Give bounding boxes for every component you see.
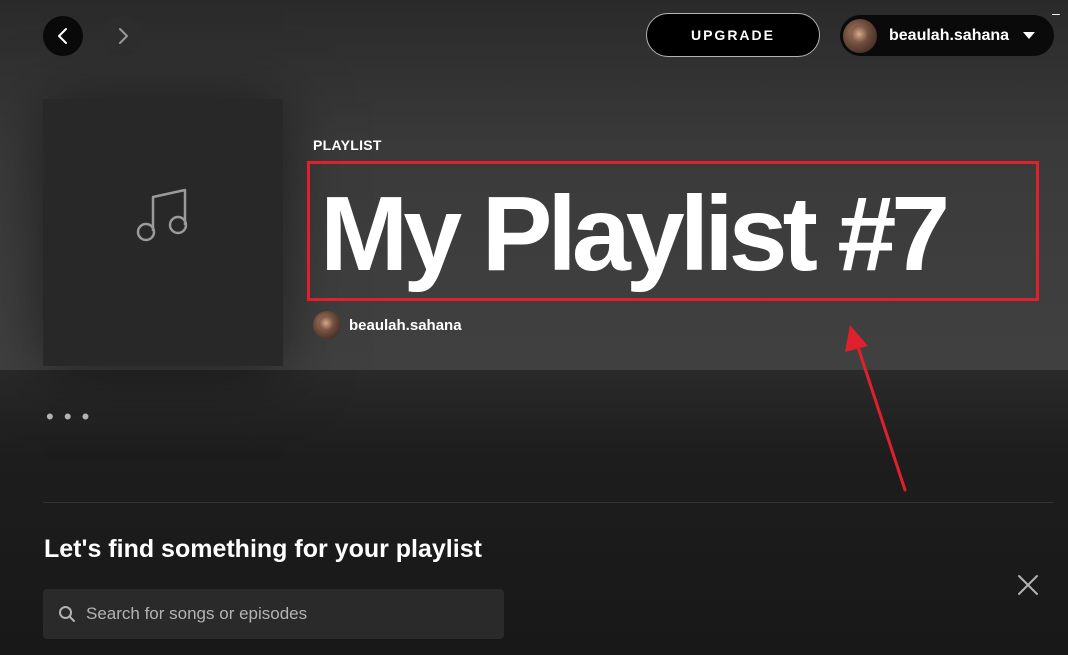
- find-heading: Let's find something for your playlist: [44, 535, 482, 563]
- chevron-left-icon: [58, 28, 67, 44]
- section-divider: [43, 502, 1054, 503]
- spotify-playlist-page: UPGRADE beaulah.sahana – PLAYLIST My Pla…: [0, 0, 1068, 655]
- back-button[interactable]: [43, 16, 83, 56]
- user-avatar: [843, 18, 877, 53]
- upgrade-button[interactable]: UPGRADE: [646, 13, 820, 57]
- playlist-type-label: PLAYLIST: [313, 137, 382, 153]
- close-icon[interactable]: [1016, 573, 1040, 597]
- user-name: beaulah.sahana: [889, 26, 1010, 44]
- search-box[interactable]: [43, 589, 504, 639]
- more-options-button[interactable]: • • •: [46, 404, 91, 430]
- owner-name[interactable]: beaulah.sahana: [349, 317, 462, 334]
- user-menu-button[interactable]: beaulah.sahana: [840, 15, 1054, 56]
- owner-avatar: [313, 311, 341, 339]
- playlist-cover[interactable]: [43, 99, 283, 366]
- caret-down-icon: [1023, 32, 1036, 39]
- playlist-owner[interactable]: beaulah.sahana: [313, 311, 462, 339]
- search-input[interactable]: [84, 603, 504, 625]
- highlight-box: My Playlist #7: [307, 161, 1039, 301]
- chevron-right-icon: [119, 28, 128, 44]
- playlist-title[interactable]: My Playlist #7: [320, 178, 950, 290]
- search-icon: [59, 606, 75, 622]
- music-note-icon: [136, 188, 188, 241]
- forward-button[interactable]: [103, 16, 143, 56]
- window-minimize-button[interactable]: –: [1052, 6, 1064, 20]
